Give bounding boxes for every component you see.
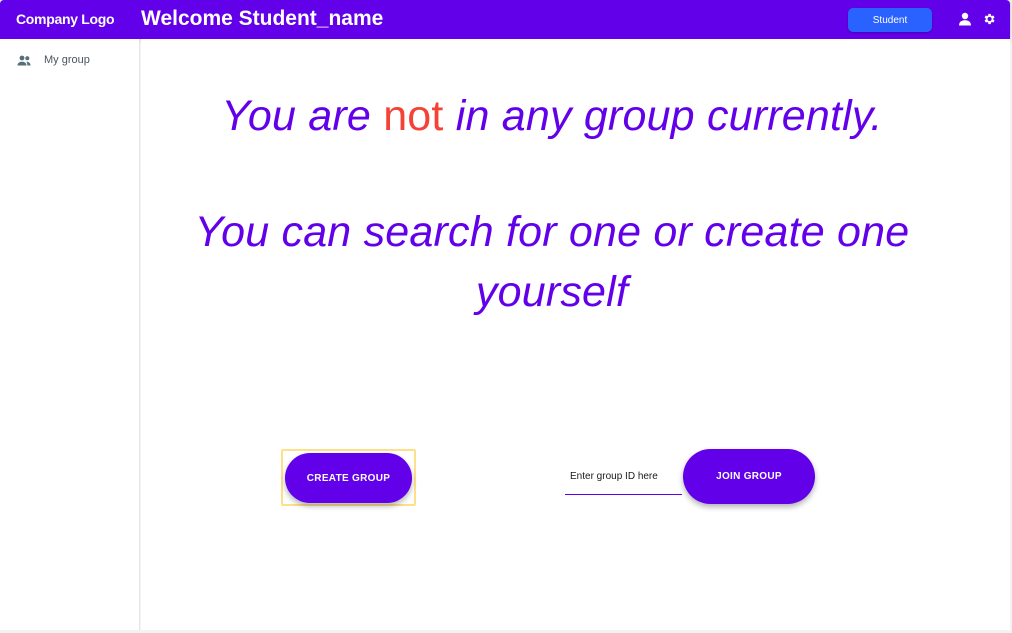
search-or-create-message: You can search for one or create one you… — [194, 208, 910, 316]
gear-icon[interactable] — [982, 12, 996, 26]
account-icon[interactable] — [958, 12, 972, 26]
sidebar-item-my-group[interactable]: My group — [0, 49, 139, 71]
join-group-button[interactable]: JOIN GROUP — [683, 449, 815, 504]
sidebar: My group — [0, 39, 140, 630]
sidebar-item-label: My group — [44, 54, 90, 66]
role-button[interactable]: Student — [848, 8, 932, 32]
main-content: You are not in any group currently. You … — [141, 39, 1010, 630]
no-group-message: You are not in any group currently. — [141, 86, 963, 146]
group-id-input[interactable] — [565, 459, 682, 495]
app-window: Company Logo Welcome Student_name Studen… — [0, 0, 1012, 633]
message-text: in any group currently. — [443, 92, 883, 140]
create-group-button[interactable]: CREATE GROUP — [285, 453, 412, 503]
message-text: You are — [221, 92, 384, 140]
not-highlight: not — [383, 92, 444, 140]
company-logo[interactable]: Company Logo — [16, 11, 115, 27]
create-group-focus-outline: CREATE GROUP — [281, 449, 416, 506]
group-icon — [17, 54, 31, 66]
welcome-title: Welcome Student_name — [141, 7, 384, 30]
top-app-bar: Company Logo Welcome Student_name Studen… — [0, 0, 1010, 39]
